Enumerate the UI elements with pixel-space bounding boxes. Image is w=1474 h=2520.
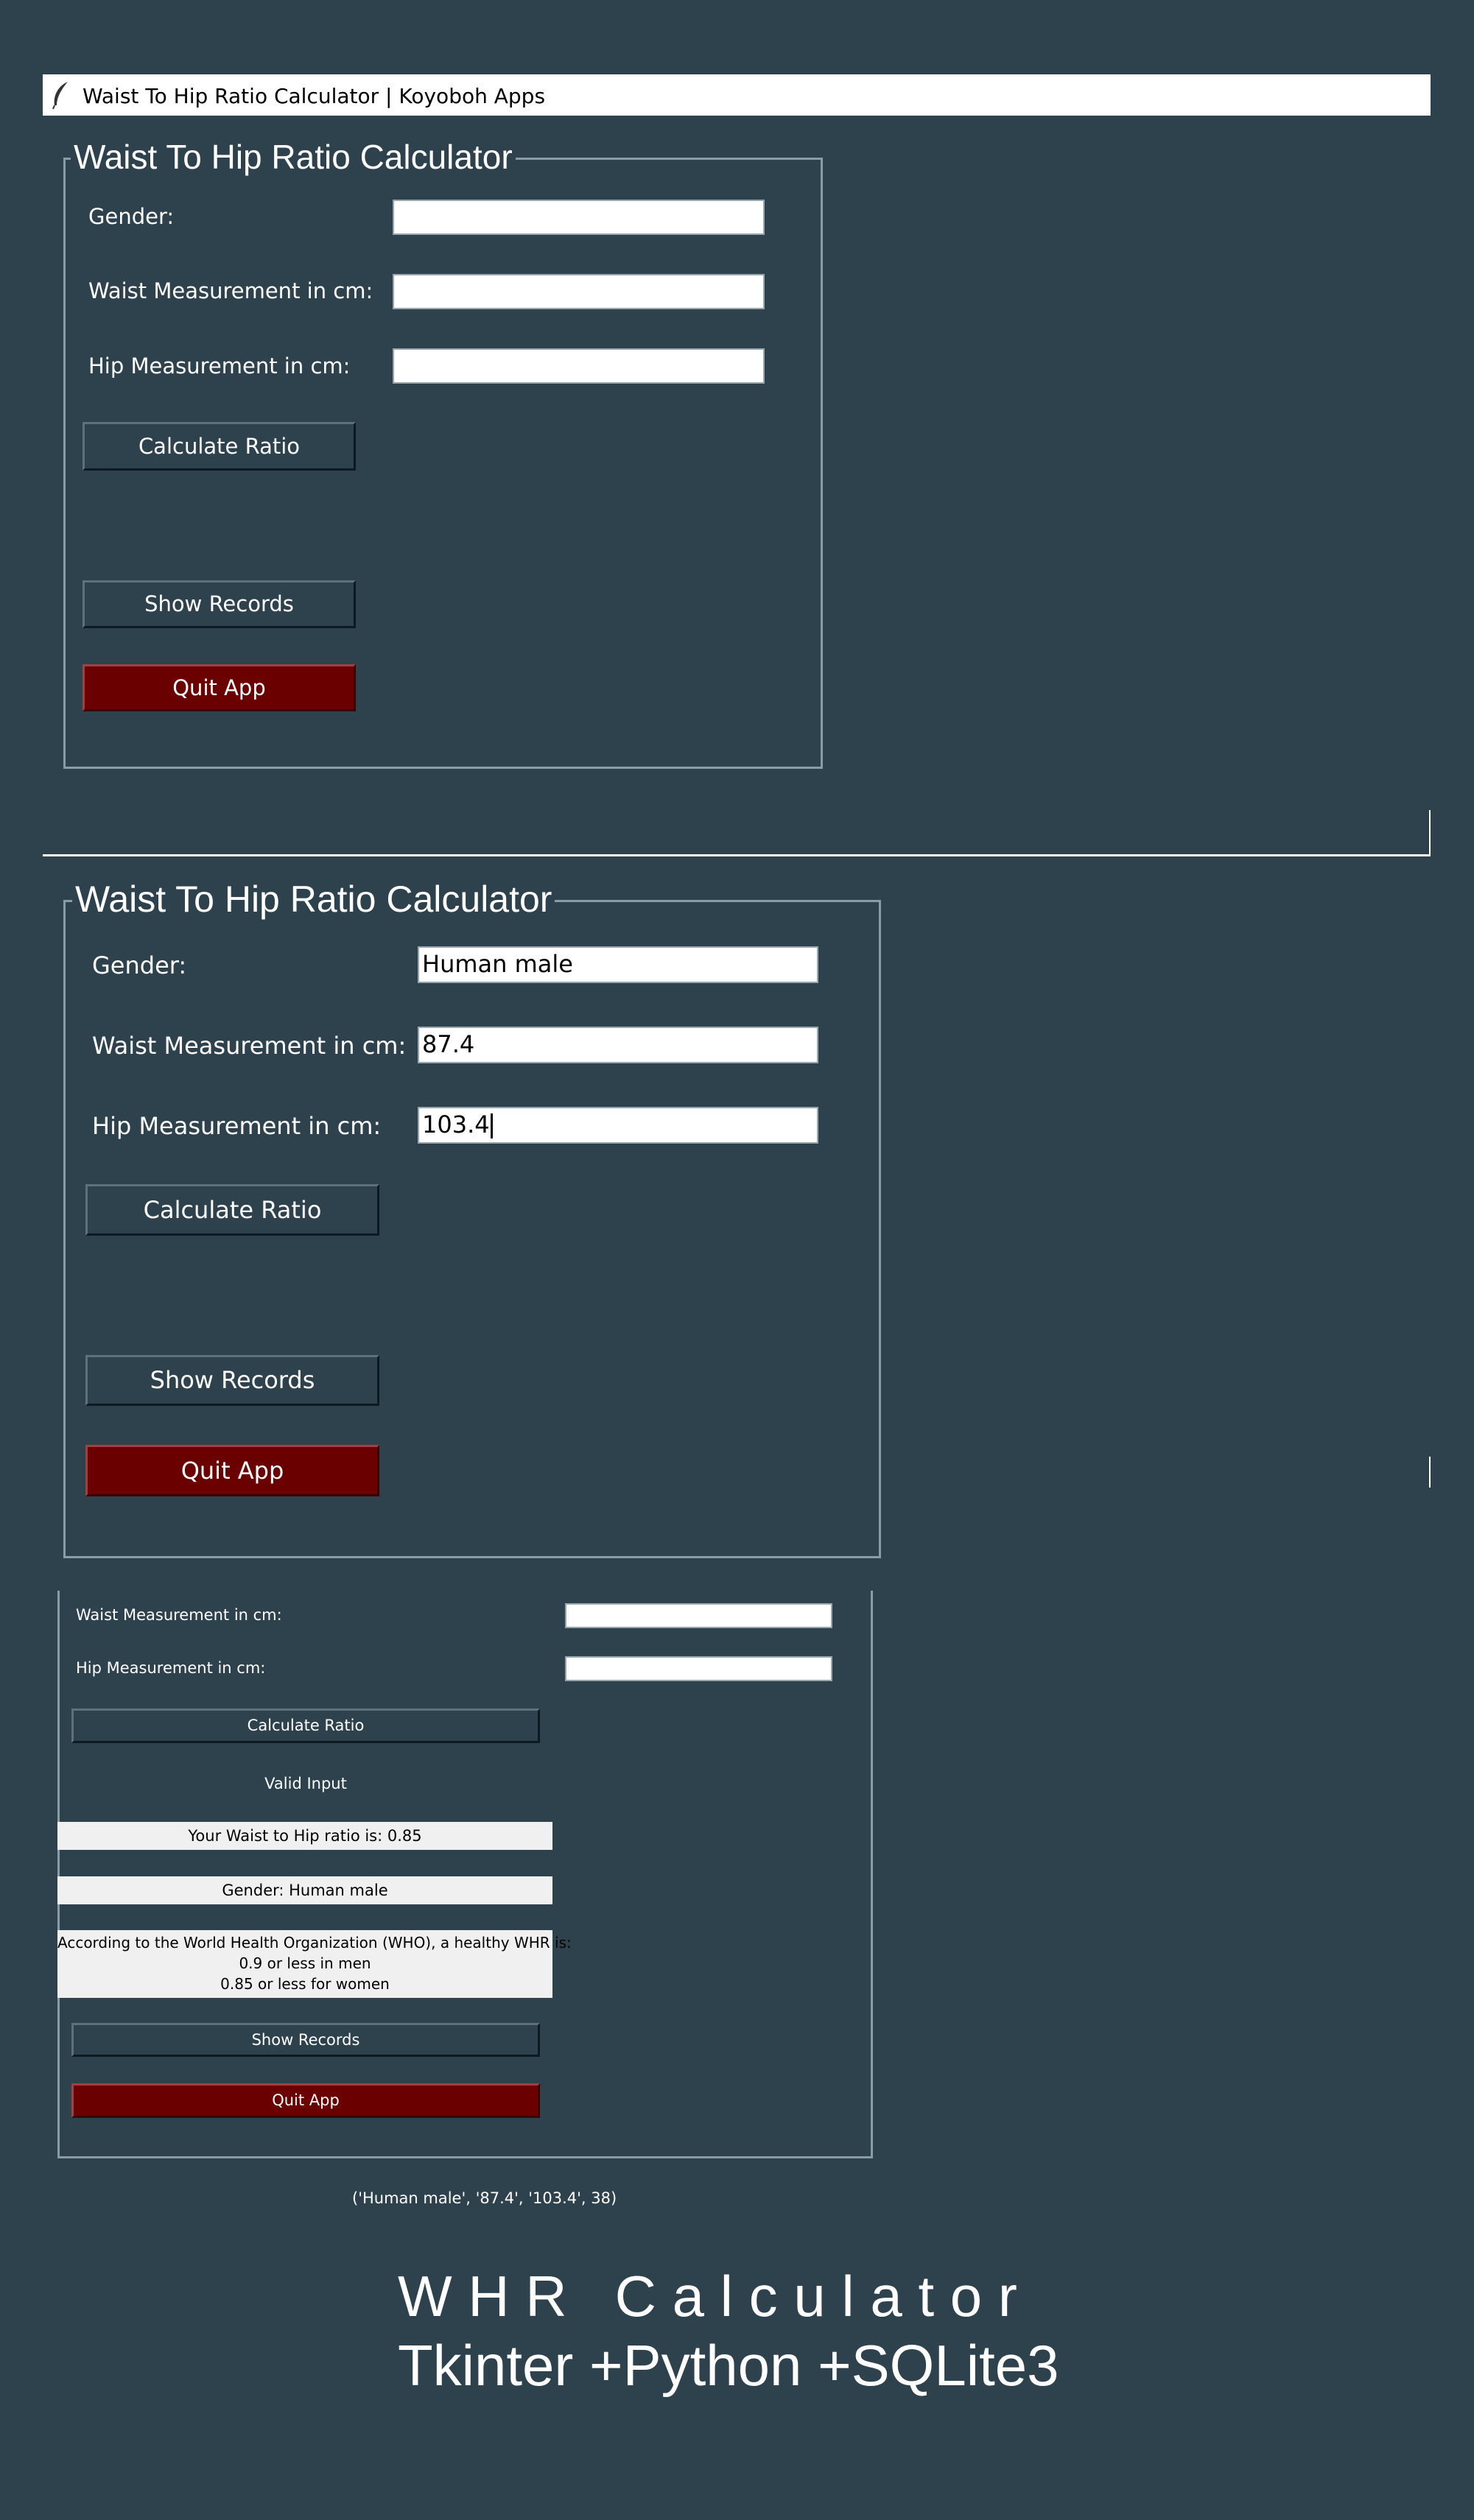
hip-label: Hip Measurement in cm: xyxy=(92,1112,382,1140)
validation-status: Valid Input xyxy=(264,1775,347,1792)
text-cursor xyxy=(490,1113,493,1138)
window-edge xyxy=(1429,1457,1431,1488)
who-guideline-women: 0.85 or less for women xyxy=(220,1975,390,1993)
who-guideline-box: According to the World Health Organizati… xyxy=(57,1930,572,1998)
hip-input[interactable] xyxy=(393,348,765,384)
window-titlebar: Waist To Hip Ratio Calculator | Koyoboh … xyxy=(43,74,1431,116)
gender-input[interactable] xyxy=(393,200,765,235)
quit-app-button[interactable]: Quit App xyxy=(85,1445,379,1496)
section-divider xyxy=(43,854,1431,856)
calculate-ratio-button[interactable]: Calculate Ratio xyxy=(83,422,356,471)
waist-label: Waist Measurement in cm: xyxy=(88,278,373,303)
show-records-button[interactable]: Show Records xyxy=(71,2023,540,2057)
hip-label: Hip Measurement in cm: xyxy=(88,353,351,379)
calculate-ratio-button[interactable]: Calculate Ratio xyxy=(85,1184,379,1236)
who-guideline-men: 0.9 or less in men xyxy=(239,1954,371,1972)
calculate-ratio-button[interactable]: Calculate Ratio xyxy=(71,1708,540,1743)
frame-title: Waist To Hip Ratio Calculator xyxy=(71,137,516,177)
gender-label: Gender: xyxy=(92,951,187,979)
waist-label: Waist Measurement in cm: xyxy=(76,1606,282,1624)
caption-subtitle: Tkinter +Python +SQLite3 xyxy=(398,2333,1059,2398)
gender-label: Gender: xyxy=(88,204,175,229)
hip-input[interactable] xyxy=(565,1656,832,1681)
frame-title: Waist To Hip Ratio Calculator xyxy=(72,878,555,921)
record-output: ('Human male', '87.4', '103.4', 38) xyxy=(352,2189,617,2207)
quit-app-button[interactable]: Quit App xyxy=(71,2083,540,2118)
quit-app-button[interactable]: Quit App xyxy=(83,664,356,711)
gender-result: Gender: Human male xyxy=(57,1876,552,1904)
who-guideline-line: According to the World Health Organizati… xyxy=(57,1934,572,1951)
window-title: Waist To Hip Ratio Calculator | Koyoboh … xyxy=(83,84,546,108)
window-edge xyxy=(1429,810,1431,854)
hip-input[interactable]: 103.4 xyxy=(418,1107,818,1144)
hip-input-value: 103.4 xyxy=(422,1111,490,1138)
caption-title: W H R C a l c u l a t o r xyxy=(398,2264,1017,2329)
ratio-result: Your Waist to Hip ratio is: 0.85 xyxy=(57,1822,552,1850)
feather-icon xyxy=(50,80,71,113)
waist-label: Waist Measurement in cm: xyxy=(92,1032,407,1060)
show-records-button[interactable]: Show Records xyxy=(85,1355,379,1406)
waist-input[interactable] xyxy=(393,274,765,309)
waist-input[interactable] xyxy=(565,1603,832,1628)
waist-input[interactable]: 87.4 xyxy=(418,1027,818,1063)
show-records-button[interactable]: Show Records xyxy=(83,580,356,628)
hip-label: Hip Measurement in cm: xyxy=(76,1659,266,1677)
page: { "window": { "title": "Waist To Hip Rat… xyxy=(0,0,1474,2520)
gender-input[interactable]: Human male xyxy=(418,946,818,983)
